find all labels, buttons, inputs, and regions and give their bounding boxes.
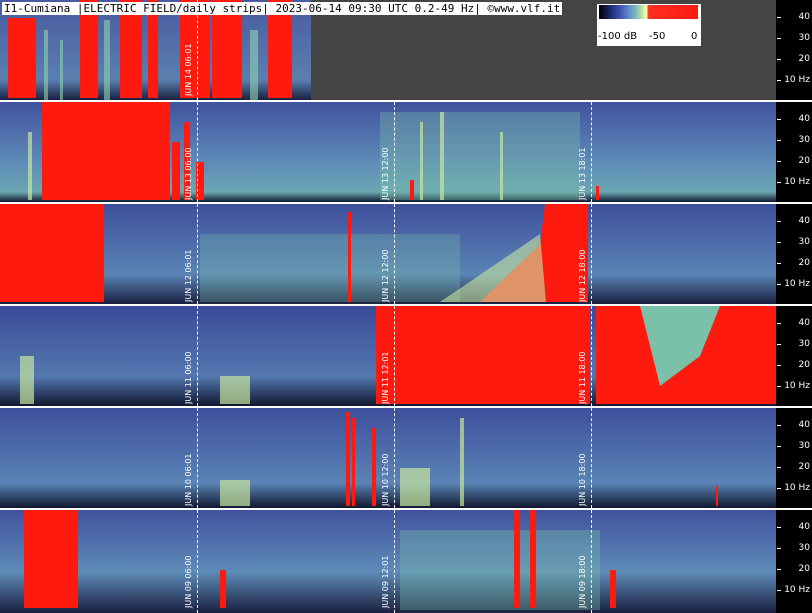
time-label: JUN 11 06:00 xyxy=(184,351,193,404)
tick-label: 20 xyxy=(776,156,810,166)
header-title: I1-Cumiana |ELECTRIC FIELD/daily strips|… xyxy=(2,2,563,15)
tick-label: 10 Hz xyxy=(776,177,810,187)
tick-label: 40 xyxy=(776,318,810,328)
frequency-axis: 40 30 20 10 Hz xyxy=(776,0,812,100)
tick-label: 30 xyxy=(776,33,810,43)
no-data-area xyxy=(311,0,776,100)
time-marker xyxy=(394,306,395,406)
time-marker xyxy=(394,102,395,202)
time-label: JUN 09 18:00 xyxy=(578,555,587,608)
tick-label: 10 Hz xyxy=(776,585,810,595)
frequency-axis: 40 30 20 10 Hz xyxy=(776,306,812,406)
colorbar-legend: -100 dB -50 0 xyxy=(597,4,701,46)
tick-label: 30 xyxy=(776,237,810,247)
tick-label: 20 xyxy=(776,360,810,370)
time-label: JUN 10 12:00 xyxy=(381,453,390,506)
time-marker xyxy=(394,204,395,304)
time-label: JUN 13 12:00 xyxy=(381,147,390,200)
time-label: JUN 14 06:01 xyxy=(184,43,193,96)
time-label: JUN 13 06:00 xyxy=(184,147,193,200)
time-label: JUN 09 06:00 xyxy=(184,555,193,608)
time-label: JUN 10 06:01 xyxy=(184,453,193,506)
strip-jun-11: JUN 11 06:00 JUN 11 12:01 JUN 11 18:00 xyxy=(0,306,776,406)
time-label: JUN 09 12:01 xyxy=(381,555,390,608)
time-label: JUN 13 18:01 xyxy=(578,147,587,200)
time-marker xyxy=(591,102,592,202)
tick-label: 40 xyxy=(776,114,810,124)
time-label: JUN 12 18:00 xyxy=(578,249,587,302)
strip-jun-10: JUN 10 06:01 JUN 10 12:00 JUN 10 18:00 xyxy=(0,408,776,508)
colorbar-label-min: -100 dB xyxy=(598,31,638,42)
time-marker xyxy=(591,408,592,508)
tick-label: 20 xyxy=(776,258,810,268)
time-marker xyxy=(197,102,198,202)
time-marker xyxy=(197,0,198,100)
tick-label: 30 xyxy=(776,543,810,553)
time-marker xyxy=(394,510,395,613)
time-label: JUN 12 12:00 xyxy=(381,249,390,302)
time-label: JUN 11 18:00 xyxy=(578,351,587,404)
tick-label: 20 xyxy=(776,54,810,64)
tick-label: 30 xyxy=(776,135,810,145)
time-marker xyxy=(591,510,592,613)
time-label: JUN 11 12:01 xyxy=(381,351,390,404)
time-label: JUN 10 18:00 xyxy=(578,453,587,506)
time-marker xyxy=(197,306,198,406)
tick-label: 20 xyxy=(776,462,810,472)
time-marker xyxy=(591,306,592,406)
time-label: JUN 12 06:01 xyxy=(184,249,193,302)
time-marker xyxy=(197,408,198,508)
time-marker xyxy=(197,510,198,613)
tick-label: 40 xyxy=(776,12,810,22)
tick-label: 10 Hz xyxy=(776,75,810,85)
tick-label: 40 xyxy=(776,216,810,226)
tick-label: 30 xyxy=(776,339,810,349)
colorbar-gradient xyxy=(599,5,698,19)
strip-jun-12: JUN 12 06:01 JUN 12 12:00 JUN 12 18:00 xyxy=(0,204,776,304)
time-marker xyxy=(197,204,198,304)
colorbar-label-mid: -50 xyxy=(649,31,666,42)
tick-label: 10 Hz xyxy=(776,381,810,391)
time-marker xyxy=(591,204,592,304)
time-marker xyxy=(394,408,395,508)
spectrogram-display: JUN 14 06:01 JUN 13 06:00 JUN 13 12:00 J… xyxy=(0,0,812,613)
frequency-axis: 40 30 20 10 Hz xyxy=(776,408,812,508)
tick-label: 10 Hz xyxy=(776,279,810,289)
frequency-axis: 40 30 20 10 Hz xyxy=(776,102,812,202)
frequency-axis: 40 30 20 10 Hz xyxy=(776,510,812,613)
tick-label: 10 Hz xyxy=(776,483,810,493)
frequency-axis: 40 30 20 10 Hz xyxy=(776,204,812,304)
tick-label: 40 xyxy=(776,420,810,430)
strip-jun-09: JUN 09 06:00 JUN 09 12:01 JUN 09 18:00 xyxy=(0,510,776,613)
tick-label: 30 xyxy=(776,441,810,451)
strip-jun-13: JUN 13 06:00 JUN 13 12:00 JUN 13 18:01 xyxy=(0,102,776,202)
tick-label: 40 xyxy=(776,522,810,532)
tick-label: 20 xyxy=(776,564,810,574)
colorbar-label-max: 0 xyxy=(691,31,698,42)
